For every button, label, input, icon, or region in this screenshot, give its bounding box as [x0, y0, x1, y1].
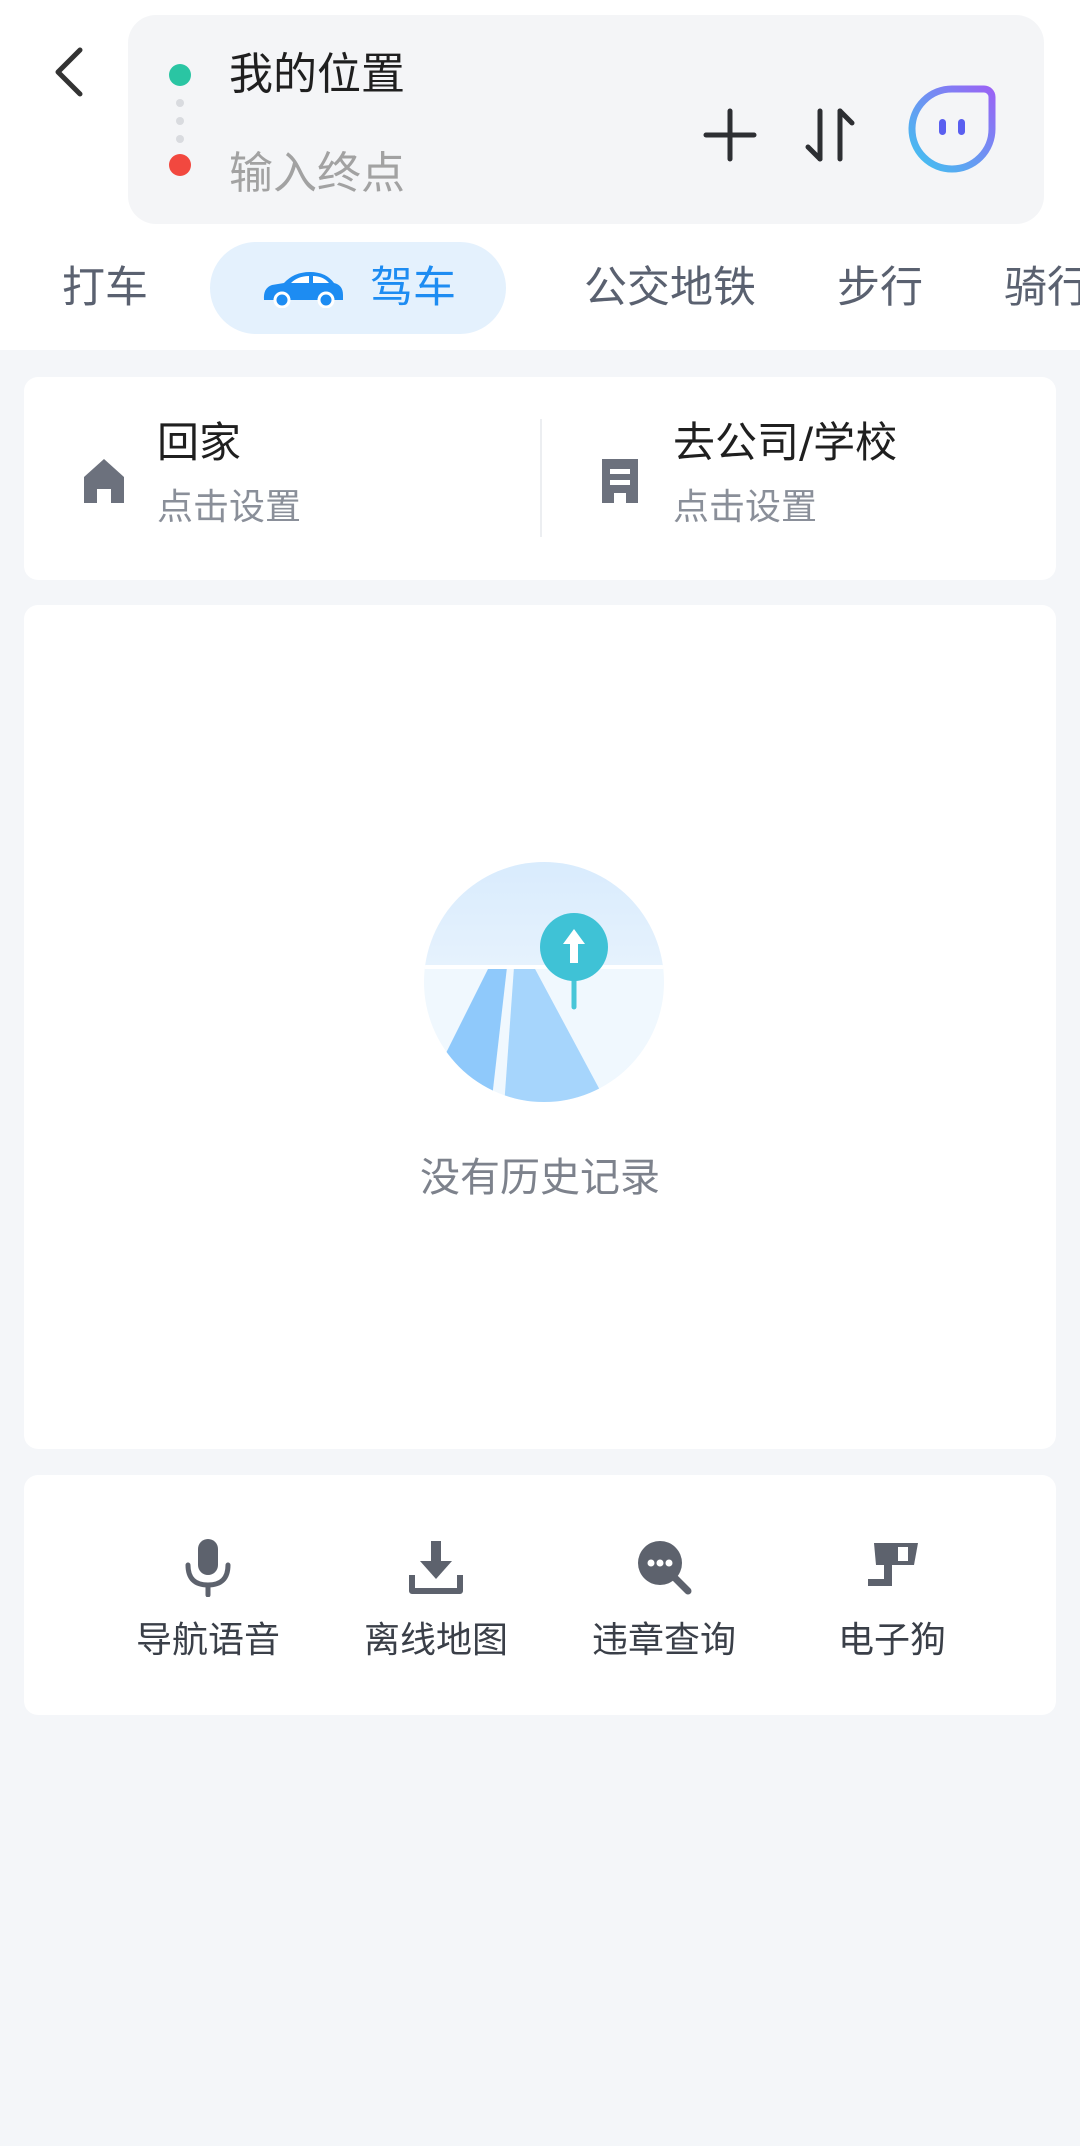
- tool-offline-map[interactable]: 离线地图: [321, 1475, 551, 1715]
- destination-dot: [169, 154, 191, 176]
- download-icon: [409, 1541, 463, 1594]
- home-icon: [84, 459, 124, 503]
- microphone-icon: [185, 1539, 231, 1597]
- add-waypoint-button[interactable]: [694, 99, 766, 171]
- destination-input[interactable]: [229, 143, 669, 203]
- camera-icon: [868, 1543, 918, 1586]
- empty-history-illustration: [424, 862, 664, 1102]
- route-dot: [176, 99, 184, 107]
- back-button[interactable]: [36, 32, 100, 112]
- tab-drive-label: 驾车: [370, 263, 456, 313]
- work-shortcut[interactable]: 去公司/学校 点击设置: [540, 377, 1040, 580]
- tool-violation-query[interactable]: 违章查询: [549, 1475, 779, 1715]
- route-dot: [176, 117, 184, 125]
- tool-label: 违章查询: [591, 1620, 736, 1661]
- work-title: 去公司/学校: [673, 418, 898, 467]
- tool-nav-voice[interactable]: 导航语音: [93, 1475, 323, 1715]
- swap-icon: [805, 108, 855, 162]
- tab-walk[interactable]: 步行: [837, 242, 923, 334]
- plus-icon: [703, 108, 757, 162]
- tab-taxi[interactable]: 打车: [62, 242, 148, 334]
- top-panel: 我的位置 输入终点 打车 驾车 公交地铁 步行 骑行: [0, 0, 1080, 350]
- swap-route-button[interactable]: [794, 99, 866, 171]
- route-dot: [176, 135, 184, 143]
- car-icon: [263, 272, 343, 308]
- building-icon: [602, 459, 638, 503]
- home-shortcut[interactable]: 回家 点击设置: [24, 377, 524, 580]
- home-title: 回家: [157, 418, 242, 467]
- ai-assistant-button[interactable]: [900, 77, 1004, 181]
- shortcuts-card: 回家 点击设置 去公司/学校 点击设置: [24, 377, 1056, 580]
- origin-dot: [169, 64, 191, 86]
- tab-transit[interactable]: 公交地铁: [584, 242, 756, 334]
- history-card: 没有历史记录: [24, 605, 1056, 1449]
- tool-label: 电子狗: [837, 1620, 946, 1661]
- ai-assistant-icon: [908, 85, 996, 173]
- route-input-box: 我的位置: [128, 15, 1044, 224]
- empty-history-text: 没有历史记录: [420, 1155, 660, 1201]
- origin-field[interactable]: 我的位置: [229, 45, 405, 105]
- search-chat-icon: [638, 1541, 692, 1595]
- home-subtitle: 点击设置: [157, 487, 302, 528]
- tools-card: 导航语音 离线地图 违章查询 电子狗: [24, 1475, 1056, 1715]
- tool-label: 导航语音: [135, 1620, 280, 1661]
- tab-drive[interactable]: 驾车: [210, 242, 506, 334]
- tab-bike[interactable]: 骑行: [1004, 242, 1080, 334]
- back-arrow-icon: [55, 47, 83, 97]
- tool-speed-camera[interactable]: 电子狗: [777, 1475, 1007, 1715]
- tool-label: 离线地图: [363, 1620, 508, 1661]
- transport-tabs: 打车 驾车 公交地铁 步行 骑行: [0, 242, 1080, 334]
- work-subtitle: 点击设置: [673, 487, 818, 528]
